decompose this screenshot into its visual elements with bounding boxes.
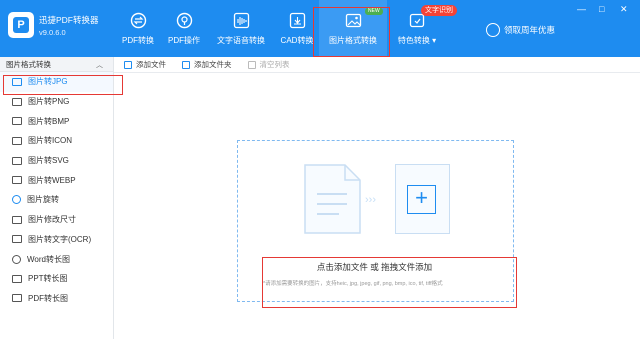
sidebar-item-label: 图片修改尺寸 (28, 215, 76, 225)
sidebar-item-webp[interactable]: 图片转WEBP (0, 170, 113, 190)
drag-add-text: 拖拽文件添加 (381, 262, 433, 272)
nav-label: CAD转换 (280, 36, 314, 45)
sidebar-section-header[interactable]: 图片格式转换 ︿ (0, 57, 113, 72)
sidebar-item-label: 图片转WEBP (28, 175, 76, 185)
add-file-icon (124, 60, 132, 69)
sidebar-item-ppt-long[interactable]: PPT转长图 (0, 269, 113, 289)
nav-text-speech[interactable]: 文字语音转换 (216, 0, 266, 57)
sidebar-item-word-long[interactable]: Word转长图 (0, 249, 113, 269)
restore-button[interactable]: □ (599, 5, 604, 14)
sidebar-item-label: Word转长图 (27, 254, 70, 264)
user-icon (486, 23, 500, 37)
add-file-button[interactable]: 添加文件 (124, 59, 166, 70)
sidebar-item-label: 图片转PNG (28, 97, 70, 107)
ocr-badge: 文字识别 (421, 5, 457, 16)
audio-wave-icon (232, 11, 250, 29)
supported-formats-hint: *请添加需要转换的图片，支持heic, jpg, jpeg, gif, png,… (263, 281, 443, 287)
nav-cad-convert[interactable]: CAD转换 (279, 0, 315, 57)
image-png-icon (12, 97, 22, 106)
new-badge: NEW (365, 8, 383, 15)
image-webp-icon (12, 176, 22, 185)
nav-label: PDF操作 (168, 36, 200, 45)
sidebar-item-svg[interactable]: 图片转SVG (0, 151, 113, 171)
app-version: v9.0.6.0 (39, 28, 66, 37)
chevron-up-icon[interactable]: ︿ (96, 60, 103, 70)
nav-label: 图片格式转换 (329, 36, 377, 45)
sidebar-highlight-box (3, 75, 123, 95)
sidebar-item-icon[interactable]: 图片转ICON (0, 131, 113, 151)
image-icon (344, 11, 362, 29)
top-bar: P 迅捷PDF转换器 v9.0.6.0 PDF转换 PDF操作 文字语音转换 C… (0, 0, 640, 57)
document-icon (304, 164, 361, 234)
click-add-link[interactable]: 点击添加文件 (317, 262, 368, 272)
cad-icon (288, 11, 306, 29)
nav-label: 文字语音转换 (217, 36, 265, 45)
trash-icon (247, 60, 256, 69)
nav-label: PDF转换 (122, 36, 154, 45)
clear-list-button[interactable]: 清空列表 (247, 59, 290, 70)
add-folder-icon (182, 60, 190, 69)
or-text: 或 (370, 262, 379, 272)
close-button[interactable]: ✕ (620, 5, 628, 14)
resize-icon (12, 215, 22, 224)
sidebar-item-label: 图片转ICON (28, 136, 72, 146)
sidebar-header-label: 图片格式转换 (6, 59, 51, 69)
sidebar-item-label: 图片转BMP (28, 116, 70, 126)
toolbar: 添加文件 添加文件夹 清空列表 (114, 57, 640, 73)
anniversary-offer-button[interactable]: 领取周年优惠 (486, 23, 555, 37)
sidebar-item-resize[interactable]: 图片修改尺寸 (0, 210, 113, 230)
nav-pdf-ops[interactable]: PDF操作 (164, 0, 204, 57)
clear-list-label: 清空列表 (259, 60, 290, 69)
image-svg-icon (12, 156, 22, 165)
exchange-icon (129, 11, 147, 29)
word-icon (12, 254, 21, 264)
sidebar-item-ocr[interactable]: 图片转文字(OCR) (0, 230, 113, 250)
sidebar-item-label: PDF转长图 (28, 293, 68, 303)
minimize-button[interactable]: — (577, 5, 586, 14)
sidebar-item-label: 图片转文字(OCR) (28, 234, 92, 244)
add-file-label: 添加文件 (136, 60, 166, 69)
chevron-down-icon: ▾ (432, 36, 437, 45)
add-folder-button[interactable]: 添加文件夹 (182, 59, 232, 70)
sidebar-item-label: 图片转SVG (28, 156, 69, 166)
sidebar-item-bmp[interactable]: 图片转BMP (0, 111, 113, 131)
pdf-ops-icon (175, 11, 193, 29)
sidebar: 图片格式转换 ︿ 图片转JPG 图片转PNG 图片转BMP 图片转ICON 图片… (0, 57, 114, 339)
plus-icon[interactable]: + (407, 185, 436, 214)
sidebar-item-label: PPT转长图 (28, 274, 68, 284)
sidebar-item-rotate[interactable]: 图片旋转 (0, 190, 113, 210)
nav-pdf-convert[interactable]: PDF转换 (116, 0, 160, 57)
image-icon-format-icon (12, 136, 22, 145)
arrow-right-icon: ››› (365, 194, 376, 206)
rotate-icon (12, 195, 21, 205)
image-bmp-icon (12, 117, 22, 126)
drop-instruction[interactable]: 点击添加文件 或 拖拽文件添加 (262, 261, 487, 273)
app-logo: P (8, 12, 34, 38)
ocr-icon (12, 235, 22, 244)
app-name: 迅捷PDF转换器 (39, 15, 99, 25)
anniversary-offer-label: 领取周年优惠 (504, 25, 556, 35)
nav-label: 特色转换 ▾ (397, 36, 437, 45)
sidebar-item-label: 图片旋转 (27, 195, 59, 205)
sidebar-item-pdf-long[interactable]: PDF转长图 (0, 289, 113, 309)
ppt-icon (12, 274, 22, 283)
add-folder-label: 添加文件夹 (194, 60, 232, 69)
pdf-icon (12, 294, 22, 303)
